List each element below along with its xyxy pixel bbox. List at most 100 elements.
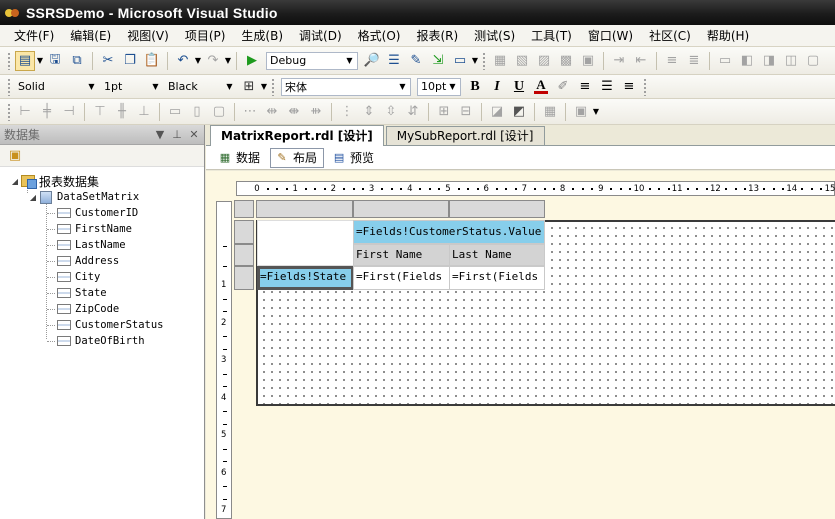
align-left-icon[interactable]: ≡ [575,77,595,97]
font-size-select[interactable]: 10pt ▼ [417,77,461,96]
matrix-corner-handle[interactable] [234,200,254,218]
vertical-spacing-remove-icon[interactable]: ⇵ [403,102,423,122]
make-same-width-icon[interactable]: ▭ [165,102,185,122]
menu-tools[interactable]: 工具(T) [523,25,580,47]
tree-node-field[interactable]: DateOfBirth [0,333,204,349]
chevron-down-icon[interactable]: ▼ [592,107,600,116]
matrix-row-handle[interactable] [234,220,254,244]
new-project-icon[interactable]: ▤ [15,50,35,71]
horizontal-spacing-increase-icon[interactable]: ⇹ [262,102,282,122]
align-lefts-icon[interactable]: ⊢ [15,102,35,122]
collapse-icon[interactable]: ◢ [10,177,20,186]
chevron-down-icon[interactable]: ▼ [260,82,268,91]
center-horizontally-icon[interactable]: ⊞ [434,102,454,122]
command-window-icon[interactable]: ▭ [450,51,470,71]
pin-icon[interactable]: ⊥ [170,128,184,141]
matrix-column-handle[interactable] [449,200,545,218]
redo-icon[interactable]: ↷ [203,51,223,71]
toolbar-grip[interactable] [7,51,11,70]
menu-test[interactable]: 测试(S) [466,25,523,47]
tab-preview[interactable]: ▤ 预览 [328,148,380,168]
matrix-column-group-cell[interactable]: =Fields!CustomerStatus.Value [353,220,545,244]
matrix-column-handle[interactable] [353,200,449,218]
menu-format[interactable]: 格式(O) [350,25,409,47]
align-middles-icon[interactable]: ╫ [112,102,132,122]
start-debug-icon[interactable]: ▶ [242,51,262,71]
layout-order-icon[interactable]: ▣ [578,51,598,71]
font-color-icon[interactable]: A [531,77,551,97]
menu-file[interactable]: 文件(F) [6,25,62,47]
border-style-select[interactable]: Solid ▼ [16,78,98,96]
border-width-select[interactable]: 1pt ▼ [102,78,162,96]
tree-node-dataset[interactable]: ◢ DataSetMatrix [0,189,204,205]
tab-my-subreport[interactable]: MySubReport.rdl [设计] [385,126,545,145]
italic-icon[interactable]: I [487,77,507,97]
tree-node-field[interactable]: City [0,269,204,285]
tab-layout[interactable]: ✎ 布局 [270,147,325,168]
tree-node-root[interactable]: ◢ 报表数据集 [0,173,204,189]
find-in-files-icon[interactable]: 🔎 [362,51,382,71]
align-center-icon[interactable]: ☰ [597,77,617,97]
bookmark-prev-icon[interactable]: ◧ [737,51,757,71]
underline-icon[interactable]: U [509,77,529,97]
bookmark-next-icon[interactable]: ◨ [759,51,779,71]
send-to-back-icon[interactable]: ◩ [509,102,529,122]
layout-align-icon[interactable]: ▦ [490,51,510,71]
align-bottoms-icon[interactable]: ⊥ [134,102,154,122]
outdent-icon[interactable]: ⇤ [631,51,651,71]
indent-icon[interactable]: ⇥ [609,51,629,71]
align-centers-icon[interactable]: ╪ [37,102,57,122]
background-color-icon[interactable]: ✐ [553,77,573,97]
comment-icon[interactable]: ≡ [662,51,682,71]
toolbar-grip[interactable] [643,77,647,96]
uncomment-icon[interactable]: ≣ [684,51,704,71]
bookmark-folder-icon[interactable]: ▢ [803,51,823,71]
grid-icon[interactable]: ▦ [540,102,560,122]
make-same-size-icon[interactable]: ▢ [209,102,229,122]
menu-window[interactable]: 窗口(W) [580,25,641,47]
layout-size-icon[interactable]: ▧ [512,51,532,71]
vertical-spacing-decrease-icon[interactable]: ⇳ [381,102,401,122]
menu-view[interactable]: 视图(V) [119,25,177,47]
toolbox-icon[interactable]: ✎ [406,51,426,71]
matrix-column-handle[interactable] [256,200,353,218]
properties-icon[interactable]: ☰ [384,51,404,71]
align-right-icon[interactable]: ≡ [619,77,639,97]
menu-community[interactable]: 社区(C) [641,25,699,47]
matrix-detail-cell[interactable]: =First(Fields [353,266,450,290]
close-icon[interactable]: ✕ [187,128,201,141]
chevron-down-icon[interactable]: ▼ [36,56,44,65]
solution-config-select[interactable]: Debug ▼ [266,51,358,70]
chevron-down-icon[interactable]: ▼ [224,56,232,65]
object-browser-icon[interactable]: ⇲ [428,51,448,71]
collapse-icon[interactable]: ◢ [28,193,38,202]
matrix-row-handle[interactable] [234,244,254,266]
paste-icon[interactable]: 📋 [142,51,162,71]
layout-spacing-icon[interactable]: ▨ [534,51,554,71]
matrix-column-header-first-name[interactable]: First Name [353,244,450,266]
matrix-detail-cell[interactable]: =First(Fields [449,266,545,290]
menu-edit[interactable]: 编辑(E) [62,25,119,47]
matrix-row-handle[interactable] [234,266,254,290]
vertical-spacing-equal-icon[interactable]: ⋮ [337,102,357,122]
tree-node-field[interactable]: CustomerID [0,205,204,221]
make-same-height-icon[interactable]: ▯ [187,102,207,122]
center-vertically-icon[interactable]: ⊟ [456,102,476,122]
undo-icon[interactable]: ↶ [173,51,193,71]
toolbar-grip[interactable] [7,77,11,96]
vertical-spacing-increase-icon[interactable]: ⇕ [359,102,379,122]
report-designer-surface[interactable]: 0 1 2 3 4 5 6 7 8 9 10 11 12 13 14 15 1234567 =Fields!C… [206,171,835,519]
matrix-row-group-cell[interactable]: =Fields!State [257,266,354,290]
toolbar-grip[interactable] [7,102,11,121]
copy-icon[interactable]: ❐ [120,51,140,71]
bold-icon[interactable]: B [465,77,485,97]
border-color-select[interactable]: Black ▼ [166,78,236,96]
horizontal-spacing-remove-icon[interactable]: ⇻ [306,102,326,122]
tab-matrix-report[interactable]: MatrixReport.rdl [设计] [210,125,384,146]
save-icon[interactable]: 🖫 [45,51,65,71]
matrix-column-header-last-name[interactable]: Last Name [449,244,545,266]
chevron-down-icon[interactable]: ▼ [153,128,167,141]
menu-build[interactable]: 生成(B) [233,25,291,47]
tree-node-field[interactable]: FirstName [0,221,204,237]
align-rights-icon[interactable]: ⊣ [59,102,79,122]
